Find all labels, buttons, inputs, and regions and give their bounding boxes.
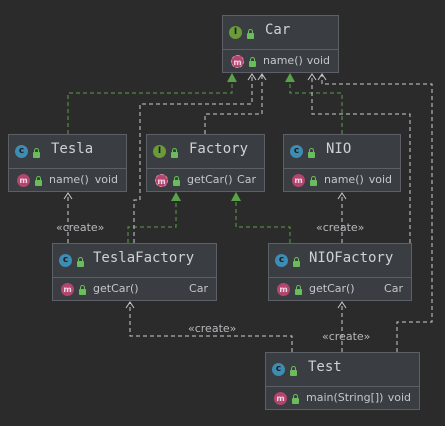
test-header: c Test [266,353,419,387]
test-method-name: main(String[]) [306,391,384,404]
test-depends-car-edge [321,74,433,352]
factory-interface-box[interactable]: I Factory m getCar() Car [146,134,265,192]
tesla-factory-class-box[interactable]: c TeslaFactory m getCar() Car [52,243,217,301]
tesla-factory-header: c TeslaFactory [53,244,216,278]
nio-factory-implements-factory-edge [235,201,291,243]
factory-header: I Factory [147,135,264,169]
nio-factory-method-type: Car [384,282,403,295]
tesla-method-type: void [94,173,118,186]
nio-factory-create-label: «create» [322,330,371,343]
abstract-method-icon: m [155,174,168,187]
test-method-type: void [387,391,411,404]
lock-icon [310,176,317,186]
tesla-factory-implements-factory-edge [127,201,177,243]
lock-icon [35,176,42,186]
class-icon: c [275,254,288,267]
tesla-implements-car-edge [67,82,233,134]
lock-icon [33,148,40,158]
method-icon: m [17,174,30,187]
lock-icon [295,285,302,295]
car-method-row[interactable]: m name() void [223,50,338,72]
nio-method-row[interactable]: m name() void [284,169,400,191]
car-interface-box[interactable]: I Car m name() void [222,15,339,73]
nio-factory-method-name: getCar() [309,282,355,295]
nio-factory-class-box[interactable]: c NIOFactory m getCar() Car [268,243,412,301]
tesla-factory-create-label: «create» [188,322,237,335]
test-class-box[interactable]: c Test m main(String[]) void [265,352,420,410]
lock-icon [77,257,84,267]
nio-class-box[interactable]: c NIO m name() void [283,134,401,192]
tesla-class-box[interactable]: c Tesla m name() void [8,134,127,192]
factory-realization-arrowhead [171,192,181,201]
interface-icon: I [229,26,242,39]
tesla-title: Tesla [51,141,94,157]
nio-factory-method-row[interactable]: m getCar() Car [269,278,411,300]
car-title: Car [265,22,291,38]
method-icon: m [274,392,287,405]
nio-method-name: name() [324,173,364,186]
nio-create-label: «create» [316,221,365,234]
tesla-method-row[interactable]: m name() void [9,169,126,191]
lock-icon [308,148,315,158]
interface-icon: I [153,145,166,158]
nio-header: c NIO [284,135,400,169]
nio-implements-car-edge [289,82,343,134]
method-icon: m [61,283,74,296]
abstract-method-icon: m [231,55,244,68]
lock-icon [292,394,299,404]
tesla-factory-method-type: Car [189,282,208,295]
car-realization-arrowhead [227,73,237,82]
nio-factory-header: c NIOFactory [269,244,411,278]
tesla-factory-method-row[interactable]: m getCar() Car [53,278,216,300]
lock-icon [173,176,180,186]
nio-factory-title: NIOFactory [309,250,394,266]
tesla-method-name: name() [49,173,89,186]
nio-method-type: void [368,173,392,186]
test-title: Test [308,359,342,375]
car-realization-arrowhead [285,73,295,82]
test-method-row[interactable]: m main(String[]) void [266,387,419,409]
nio-title: NIO [326,141,352,157]
factory-method-name: getCar() [187,173,233,186]
class-icon: c [59,254,72,267]
tesla-create-label: «create» [56,221,105,234]
factory-realization-arrowhead [231,192,241,201]
class-icon: c [290,145,303,158]
class-icon: c [272,363,285,376]
tesla-factory-title: TeslaFactory [93,250,195,266]
factory-method-type: Car [237,173,256,186]
factory-title: Factory [189,141,249,157]
car-method-name: name() [263,54,303,67]
tesla-factory-method-name: getCar() [93,282,139,295]
lock-icon [249,57,256,67]
method-icon: m [292,174,305,187]
car-method-type: void [306,54,330,67]
class-icon: c [15,145,28,158]
lock-icon [79,285,86,295]
tesla-header: c Tesla [9,135,126,169]
factory-method-row[interactable]: m getCar() Car [147,169,264,191]
lock-icon [290,366,297,376]
lock-icon [247,29,254,39]
lock-icon [171,148,178,158]
car-header: I Car [223,16,338,50]
method-icon: m [277,283,290,296]
lock-icon [293,257,300,267]
